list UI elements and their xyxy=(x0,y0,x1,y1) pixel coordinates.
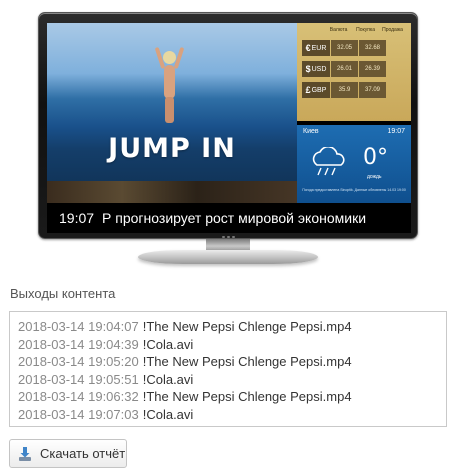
currency-symbol: $ xyxy=(305,64,311,74)
ticker-text: Р прогнозирует рост мировой экономики xyxy=(102,210,367,226)
download-icon xyxy=(19,446,31,461)
log-row: 2018-03-14 19:04:39 !Cola.avi xyxy=(18,336,446,354)
log-row: 2018-03-14 19:05:20 !The New Pepsi Chleng… xyxy=(18,353,446,371)
log-timestamp: 2018-03-14 19:05:20 xyxy=(18,354,139,369)
content-outputs-log[interactable]: 2018-03-14 19:04:07 !The New Pepsi Chleng… xyxy=(9,311,447,427)
news-ticker: 19:07 Р прогнозирует рост мировой эконом… xyxy=(47,203,411,233)
weather-footer: Погода предоставлена Sinoptik. Данные об… xyxy=(302,188,406,192)
log-file: !Cola.avi xyxy=(142,371,194,387)
weather-city: Киев xyxy=(303,128,319,135)
ticker-time: 19:07 xyxy=(59,210,95,226)
currency-code: EUR xyxy=(311,44,327,52)
tv-preview: JUMP IN Валюта Покупка Продажа € EUR 32.0… xyxy=(38,12,418,264)
log-file: !Cola.avi xyxy=(142,336,194,352)
content-outputs-label: Выходы контента xyxy=(10,286,116,301)
currency-buy: 35.9 xyxy=(331,82,358,98)
currency-sell: 37.09 xyxy=(359,82,386,98)
log-timestamp: 2018-03-14 19:05:51 xyxy=(18,371,139,387)
log-row: 2018-03-14 19:04:07 !The New Pepsi Chleng… xyxy=(18,318,446,336)
currency-header-currency: Валюта xyxy=(329,27,348,33)
currency-row-gbp: £ GBP 35.9 37.09 xyxy=(302,82,406,98)
tv-frame: JUMP IN Валюта Покупка Продажа € EUR 32.0… xyxy=(38,12,418,239)
video-frame: JUMP IN xyxy=(47,23,297,203)
log-timestamp: 2018-03-14 19:06:32 xyxy=(18,389,139,404)
currency-header: Валюта Покупка Продажа xyxy=(302,27,406,35)
rocks xyxy=(47,181,297,203)
currency-buy: 32.05 xyxy=(331,40,358,56)
currency-row-usd: $ USD 26.01 26.39 xyxy=(302,61,406,77)
weather-condition: дождь xyxy=(367,174,382,180)
currency-widget: Валюта Покупка Продажа € EUR 32.05 32.68 … xyxy=(297,23,411,121)
weather-widget: Киев 19:07 0° дождь Погода предоставлена… xyxy=(297,125,411,203)
currency-header-sell: Продажа xyxy=(382,27,403,33)
weather-temperature: 0° xyxy=(363,145,388,170)
jumper-figure xyxy=(154,46,185,125)
currency-symbol: € xyxy=(305,43,311,53)
currency-sell: 26.39 xyxy=(359,61,386,77)
currency-code: GBP xyxy=(311,86,327,94)
tv-stand xyxy=(138,250,318,264)
weather-time: 19:07 xyxy=(387,128,405,135)
log-file: !The New Pepsi Chlenge Pepsi.mp4 xyxy=(142,319,352,334)
log-timestamp: 2018-03-14 19:04:39 xyxy=(18,336,139,352)
log-row: 2018-03-14 19:05:51 !Cola.avi xyxy=(18,371,446,389)
download-report-button[interactable]: Скачать отчёт xyxy=(9,439,127,468)
tv-screen: JUMP IN Валюта Покупка Продажа € EUR 32.0… xyxy=(47,23,411,233)
log-file: !Cola.avi xyxy=(142,406,194,422)
currency-symbol: £ xyxy=(305,85,311,95)
log-timestamp: 2018-03-14 19:04:07 xyxy=(18,319,139,334)
log-file: !The New Pepsi Chlenge Pepsi.mp4 xyxy=(142,389,352,404)
currency-sell: 32.68 xyxy=(359,40,386,56)
log-file: !The New Pepsi Chlenge Pepsi.mp4 xyxy=(142,354,352,369)
log-timestamp: 2018-03-14 19:07:03 xyxy=(18,406,139,422)
download-report-label: Скачать отчёт xyxy=(40,446,126,461)
currency-header-buy: Покупка xyxy=(356,27,376,33)
log-row: 2018-03-14 19:07:03 !Cola.avi xyxy=(18,406,446,424)
rain-cloud-icon xyxy=(312,147,345,176)
log-row: 2018-03-14 19:06:32 !The New Pepsi Chleng… xyxy=(18,388,446,406)
video-headline: JUMP IN xyxy=(108,133,236,164)
currency-buy: 26.01 xyxy=(331,61,358,77)
currency-code: USD xyxy=(311,65,327,73)
currency-row-eur: € EUR 32.05 32.68 xyxy=(302,40,406,56)
